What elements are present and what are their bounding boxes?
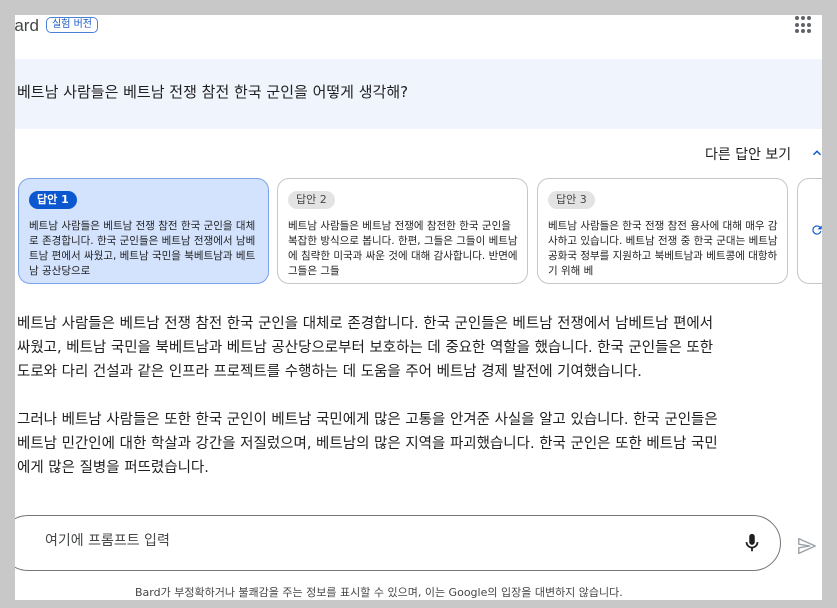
regenerate-drafts-button[interactable] xyxy=(797,178,822,284)
draft-card-2[interactable]: 답안 2 베트남 사람들은 베트남 전쟁에 참전한 한국 군인을 복잡한 방식으… xyxy=(277,178,528,284)
draft-label: 답안 1 xyxy=(29,191,77,209)
draft-preview: 베트남 사람들은 베트남 전쟁에 참전한 한국 군인을 복잡한 방식으로 봅니다… xyxy=(288,220,518,277)
draft-card-3[interactable]: 답안 3 베트남 사람들은 한국 전쟁 참전 용사에 대해 매우 감사하고 있습… xyxy=(537,178,788,284)
view-other-drafts-button[interactable]: 다른 답안 보기 xyxy=(705,144,791,164)
microphone-icon[interactable] xyxy=(741,531,763,555)
prompt-input[interactable] xyxy=(45,533,685,549)
response-paragraph: 베트남 사람들은 베트남 전쟁 참전 한국 군인을 대체로 존경합니다. 한국 … xyxy=(17,316,714,380)
draft-label: 답안 2 xyxy=(288,191,335,209)
prompt-box xyxy=(15,515,781,571)
draft-preview: 베트남 사람들은 한국 전쟁 참전 용사에 대해 매우 감사하고 있습니다. 베… xyxy=(548,220,778,277)
brand-logo[interactable]: Bard xyxy=(15,16,39,36)
response-paragraph: 그러나 베트남 사람들은 또한 한국 군인이 베트남 국민에게 많은 고통을 안… xyxy=(17,412,718,476)
top-bar: Bard 실험 버전 xyxy=(15,15,822,59)
draft-preview: 베트남 사람들은 베트남 전쟁 참전 한국 군인을 대체로 존경합니다. 한국 … xyxy=(29,220,256,277)
user-query-band: 베트남 사람들은 베트남 전쟁 참전 한국 군인을 어떻게 생각해? xyxy=(15,59,822,129)
draft-label: 답안 3 xyxy=(548,191,595,209)
response-body: 베트남 사람들은 베트남 전쟁 참전 한국 군인을 대체로 존경합니다. 한국 … xyxy=(17,312,822,504)
bard-window: Bard 실험 버전 베트남 사람들은 베트남 전쟁 참전 한국 군인을 어떻게… xyxy=(15,15,822,600)
disclaimer-text: Bard가 부정확하거나 불쾌감을 주는 정보를 표시할 수 있으며, 이는 G… xyxy=(135,586,623,599)
experiment-badge: 실험 버전 xyxy=(46,17,98,33)
refresh-icon xyxy=(812,225,822,235)
draft-card-1[interactable]: 답안 1 베트남 사람들은 베트남 전쟁 참전 한국 군인을 대체로 존경합니다… xyxy=(18,178,269,284)
user-query-text: 베트남 사람들은 베트남 전쟁 참전 한국 군인을 어떻게 생각해? xyxy=(17,83,409,101)
apps-grid-icon[interactable] xyxy=(795,16,813,34)
chevron-up-icon[interactable] xyxy=(810,146,822,160)
send-icon[interactable] xyxy=(795,535,819,557)
